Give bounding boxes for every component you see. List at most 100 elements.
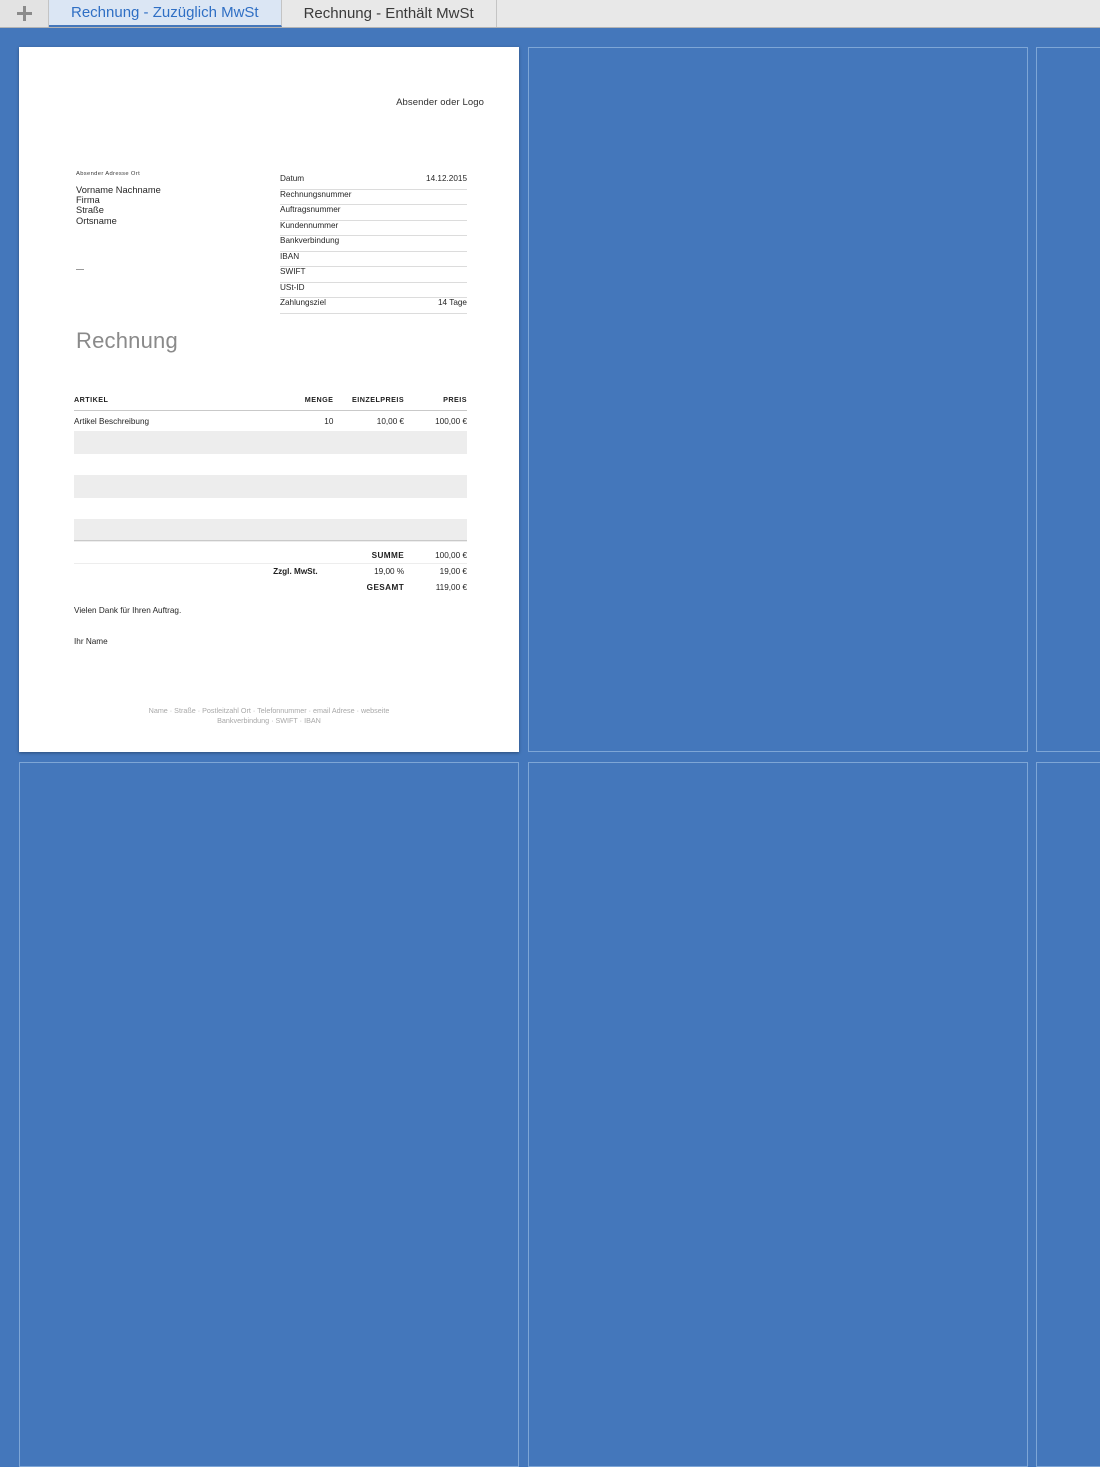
invoice-page[interactable]: Absender oder Logo Absender Adresse Ort … (19, 47, 519, 752)
cell-artikel (74, 498, 278, 520)
cell-artikel (74, 432, 278, 454)
column-header-artikel: ARTIKEL (74, 395, 278, 411)
sender-address-line: Absender Adresse Ort (76, 171, 140, 177)
cell-artikel (74, 454, 278, 476)
tab-rechnung-enthaelt-mwst[interactable]: Rechnung - Enthält MwSt (282, 0, 497, 27)
meta-label: Zahlungsziel (280, 298, 326, 307)
recipient-street: Straße (76, 205, 161, 215)
totals-value-summe: 100,00 € (404, 547, 467, 563)
meta-row-kundennummer[interactable]: Kundennummer (280, 221, 467, 237)
cell-preis (404, 432, 467, 454)
cell-einzelpreis: 10,00 € (333, 411, 404, 432)
cell-preis (404, 520, 467, 542)
table-row[interactable] (74, 498, 467, 520)
recipient-company: Firma (76, 195, 161, 205)
table-row[interactable] (74, 454, 467, 476)
meta-label: Bankverbindung (280, 236, 339, 245)
meta-label: Auftragsnummer (280, 205, 341, 214)
cell-einzelpreis (333, 454, 404, 476)
cell-menge (278, 520, 333, 542)
totals-label-summe: SUMME (318, 547, 404, 563)
meta-label: IBAN (280, 252, 299, 261)
totals-rate-mwst: 19,00 % (318, 563, 404, 579)
cell-menge (278, 432, 333, 454)
cell-einzelpreis (333, 476, 404, 498)
meta-value: 14.12.2015 (426, 174, 467, 183)
meta-row-datum[interactable]: Datum 14.12.2015 (280, 174, 467, 190)
meta-row-bankverbindung[interactable]: Bankverbindung (280, 236, 467, 252)
totals-section: SUMME 100,00 € Zzgl. MwSt. 19,00 % 19,00… (74, 540, 467, 595)
meta-label: Rechnungsnummer (280, 190, 351, 199)
cell-preis (404, 498, 467, 520)
totals-spacer (74, 547, 318, 563)
meta-row-auftragsnummer[interactable]: Auftragsnummer (280, 205, 467, 221)
page-slot-empty[interactable] (528, 762, 1028, 1467)
totals-value-mwst: 19,00 € (404, 563, 467, 579)
page-slot-empty[interactable] (528, 47, 1028, 752)
tab-bar: Rechnung - Zuzüglich MwSt Rechnung - Ent… (0, 0, 1100, 28)
meta-row-ust-id[interactable]: USt-ID (280, 283, 467, 299)
page-title: Rechnung (76, 328, 178, 354)
totals-spacer (74, 579, 318, 595)
signature-line: Ihr Name (74, 637, 181, 646)
column-header-einzelpreis: EINZELPREIS (333, 395, 404, 411)
recipient-address: Vorname Nachname Firma Straße Ortsname (76, 185, 161, 226)
logo-placeholder: Absender oder Logo (396, 97, 484, 108)
table-row[interactable] (74, 520, 467, 542)
cell-menge (278, 498, 333, 520)
cell-preis (404, 454, 467, 476)
thanks-line: Vielen Dank für Ihren Auftrag. (74, 606, 181, 615)
meta-label: USt-ID (280, 283, 305, 292)
cell-artikel (74, 520, 278, 542)
page-slot-empty[interactable] (1036, 762, 1100, 1467)
meta-row-iban[interactable]: IBAN (280, 252, 467, 268)
column-header-menge: MENGE (278, 395, 333, 411)
new-tab-button[interactable] (0, 0, 49, 27)
page-slot-empty[interactable] (19, 762, 519, 1467)
cell-menge (278, 454, 333, 476)
footer-line-1: Name · Straße · Postleitzahl Ort · Telef… (19, 706, 519, 716)
cell-einzelpreis (333, 520, 404, 542)
cell-einzelpreis (333, 432, 404, 454)
meta-label: Kundennummer (280, 221, 338, 230)
tab-label: Rechnung - Zuzüglich MwSt (71, 4, 259, 21)
totals-row-mwst: Zzgl. MwSt. 19,00 % 19,00 € (74, 563, 467, 579)
cell-menge (278, 476, 333, 498)
tab-rechnung-zuzueglich-mwst[interactable]: Rechnung - Zuzüglich MwSt (49, 0, 282, 27)
cell-artikel: Artikel Beschreibung (74, 411, 278, 432)
page-slot-empty[interactable] (1036, 47, 1100, 752)
cell-preis (404, 476, 467, 498)
meta-value: 14 Tage (438, 298, 467, 307)
address-divider-dash (76, 269, 84, 270)
meta-label: SWIFT (280, 267, 305, 276)
table-row[interactable] (74, 432, 467, 454)
footer-line-2: Bankverbindung · SWIFT · IBAN (19, 716, 519, 726)
invoice-meta-table: Datum 14.12.2015 Rechnungsnummer Auftrag… (280, 174, 467, 314)
totals-label-mwst: Zzgl. MwSt. (74, 563, 318, 579)
table-header-row: ARTIKEL MENGE EINZELPREIS PREIS (74, 395, 467, 411)
meta-row-swift[interactable]: SWIFT (280, 267, 467, 283)
recipient-name: Vorname Nachname (76, 185, 161, 195)
tab-bar-filler (497, 0, 1100, 27)
table-row[interactable]: Artikel Beschreibung 10 10,00 € 100,00 € (74, 411, 467, 432)
cell-einzelpreis (333, 498, 404, 520)
tab-label: Rechnung - Enthält MwSt (304, 5, 474, 22)
cell-menge: 10 (278, 411, 333, 432)
cell-artikel (74, 476, 278, 498)
totals-row-gesamt: GESAMT 119,00 € (74, 579, 467, 595)
meta-row-rechnungsnummer[interactable]: Rechnungsnummer (280, 190, 467, 206)
totals-row-summe: SUMME 100,00 € (74, 547, 467, 563)
cell-preis: 100,00 € (404, 411, 467, 432)
recipient-city: Ortsname (76, 216, 161, 226)
meta-label: Datum (280, 174, 304, 183)
plus-icon (17, 6, 32, 21)
totals-label-gesamt: GESAMT (318, 579, 404, 595)
document-footer: Name · Straße · Postleitzahl Ort · Telef… (19, 706, 519, 726)
closing-text: Vielen Dank für Ihren Auftrag. Ihr Name (74, 606, 181, 646)
line-items-table[interactable]: ARTIKEL MENGE EINZELPREIS PREIS Artikel … (74, 395, 467, 564)
meta-row-zahlungsziel[interactable]: Zahlungsziel 14 Tage (280, 298, 467, 314)
totals-value-gesamt: 119,00 € (404, 579, 467, 595)
document-canvas[interactable]: Absender oder Logo Absender Adresse Ort … (0, 29, 1100, 784)
column-header-preis: PREIS (404, 395, 467, 411)
table-row[interactable] (74, 476, 467, 498)
